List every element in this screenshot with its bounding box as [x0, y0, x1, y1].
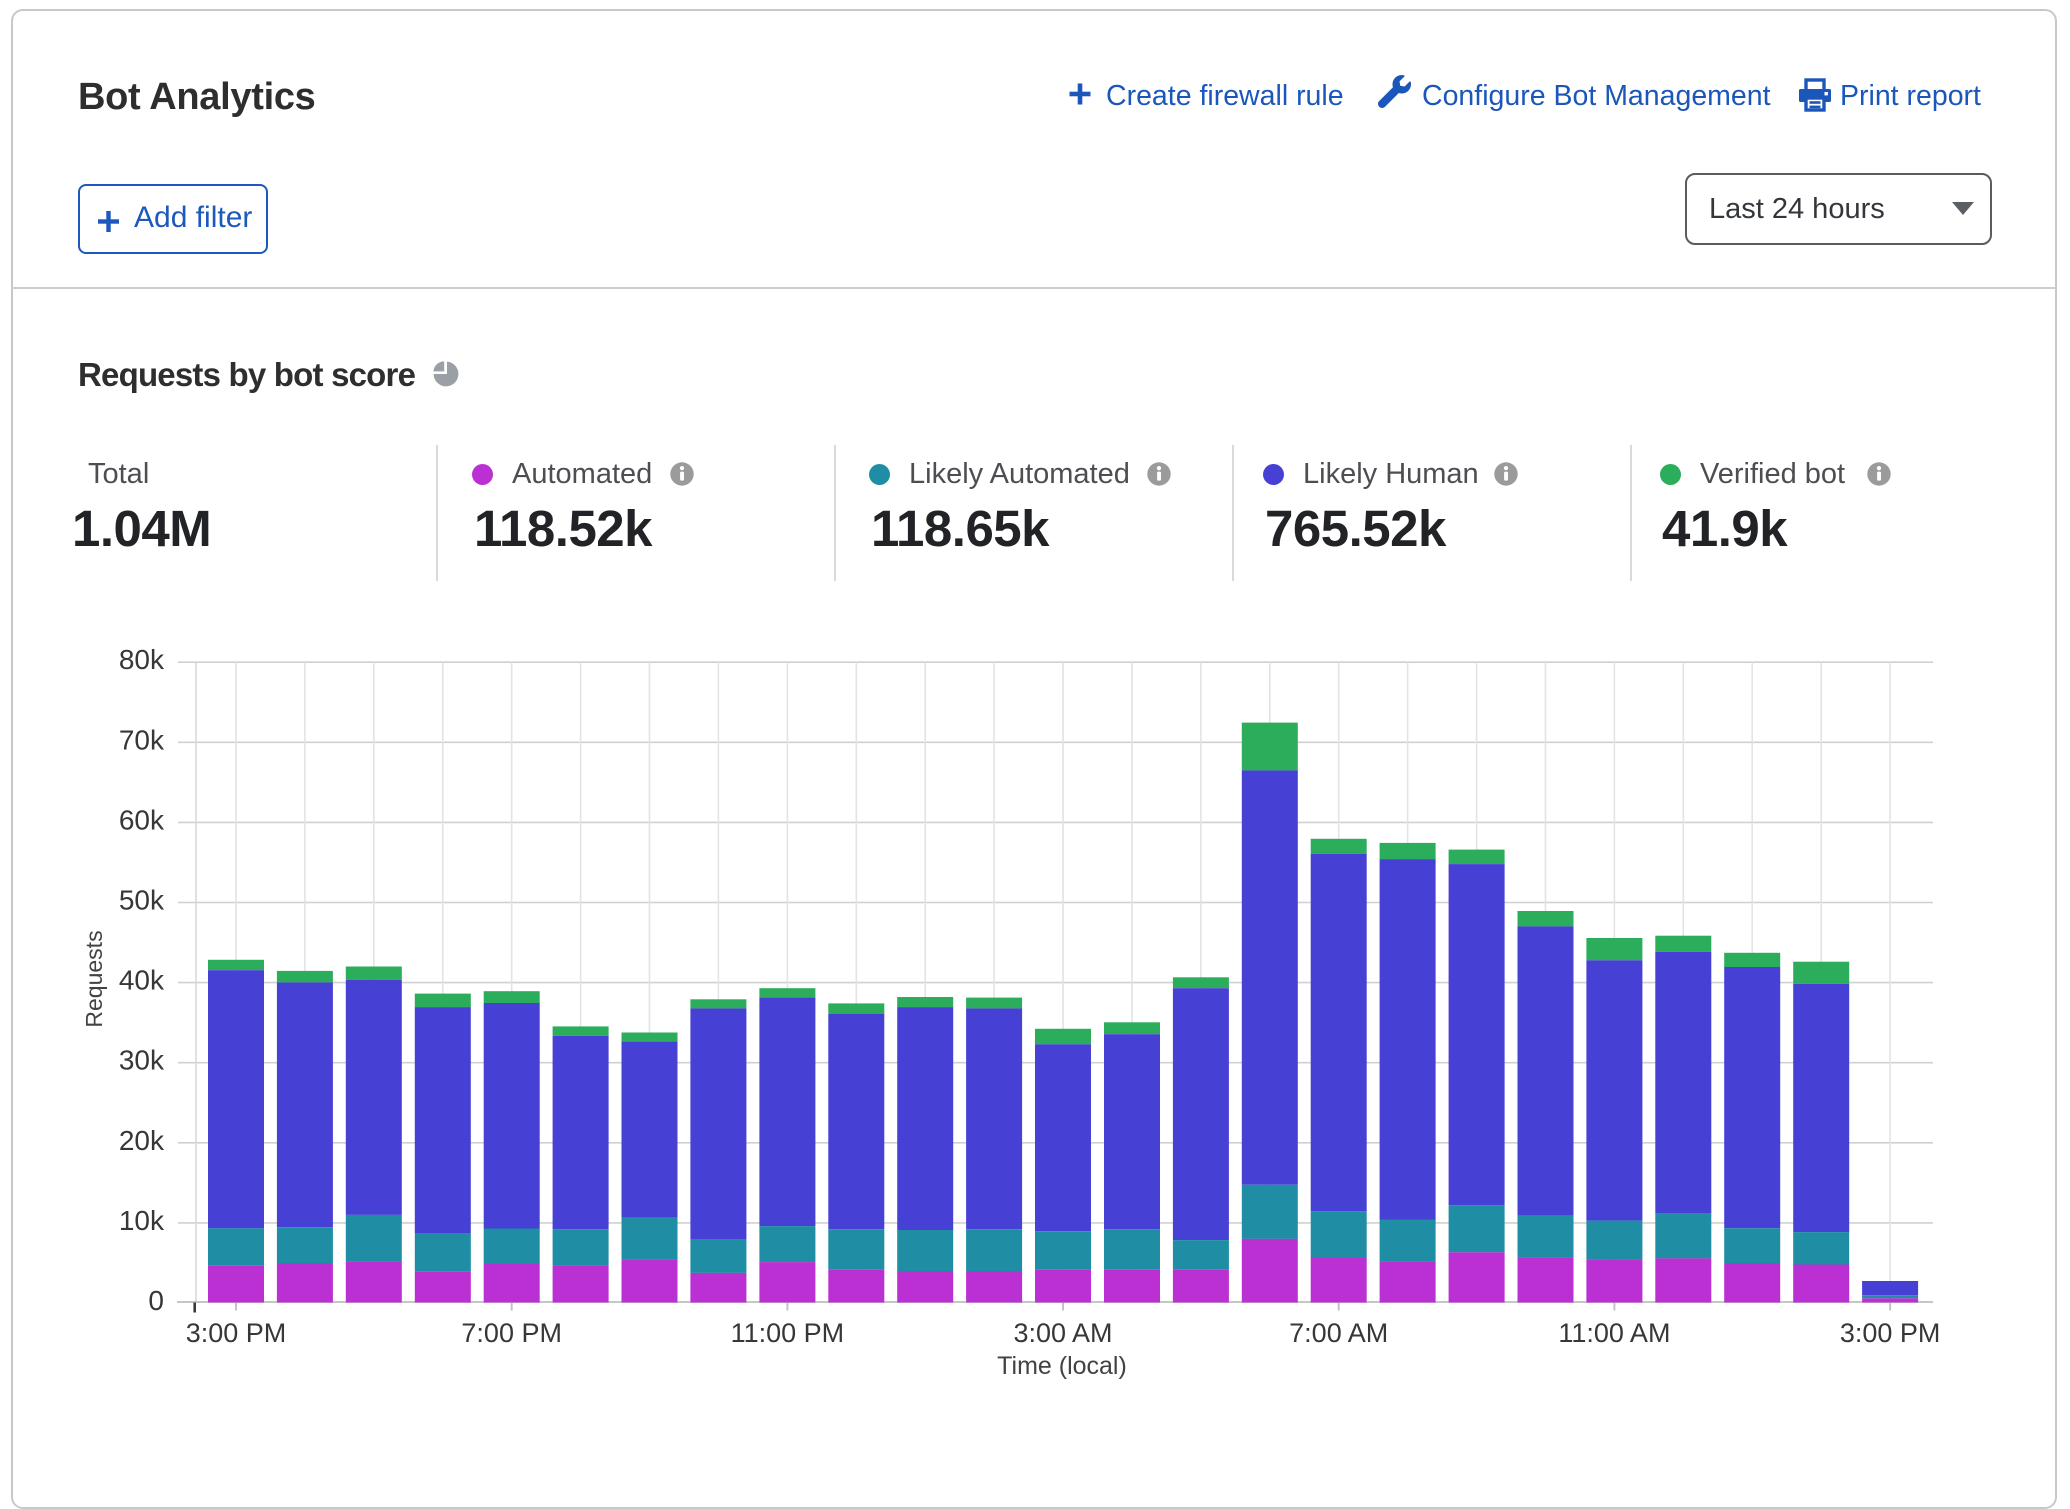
svg-text:7:00 PM: 7:00 PM [461, 1318, 562, 1348]
svg-text:50k: 50k [119, 885, 165, 916]
svg-text:Requests: Requests [81, 930, 107, 1027]
svg-text:80k: 80k [119, 644, 165, 675]
svg-text:20k: 20k [119, 1125, 165, 1156]
svg-text:40k: 40k [119, 965, 165, 996]
svg-text:0: 0 [148, 1285, 164, 1316]
svg-text:30k: 30k [119, 1045, 165, 1076]
svg-text:3:00 PM: 3:00 PM [186, 1318, 287, 1348]
svg-text:70k: 70k [119, 724, 165, 755]
svg-text:3:00 AM: 3:00 AM [1013, 1318, 1112, 1348]
svg-text:11:00 PM: 11:00 PM [731, 1318, 845, 1348]
svg-text:3:00 PM: 3:00 PM [1840, 1318, 1941, 1348]
svg-text:7:00 AM: 7:00 AM [1289, 1318, 1388, 1348]
svg-text:Time (local): Time (local) [997, 1352, 1127, 1380]
svg-text:10k: 10k [119, 1205, 165, 1236]
svg-text:60k: 60k [119, 804, 165, 835]
svg-text:11:00 AM: 11:00 AM [1558, 1318, 1670, 1348]
